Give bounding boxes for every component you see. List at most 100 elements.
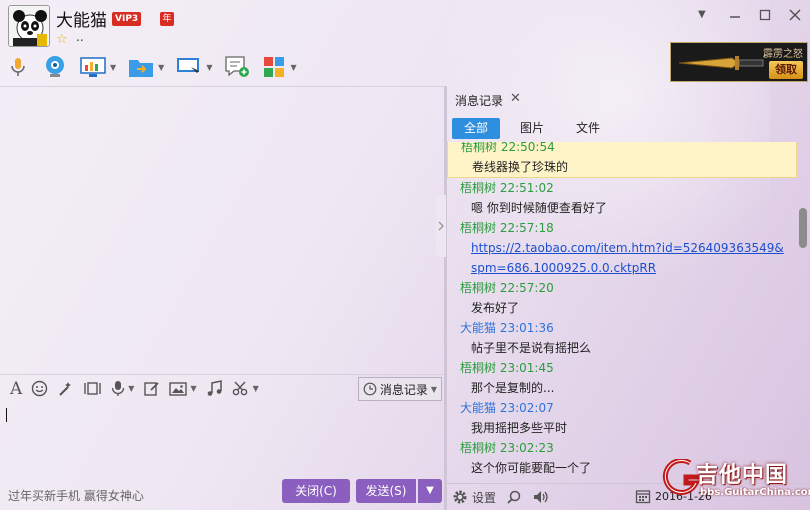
filter-tab-all[interactable]: 全部	[452, 118, 500, 139]
ad-claim-button[interactable]: 领取	[769, 61, 803, 79]
send-options-button[interactable]: ▼	[418, 479, 442, 503]
chevron-down-icon[interactable]: ▼	[206, 63, 212, 72]
vip-badge[interactable]: VIP3	[112, 12, 142, 26]
guitar-logo-icon	[662, 459, 700, 495]
input-toolbar: A ▼ ▼ ▼ 消息记录 ▼	[0, 374, 444, 402]
advertisement-banner[interactable]: 霹雳之怒 领取	[670, 42, 808, 82]
chat-toolbar: ▼ ▼ ▼ ▼	[6, 52, 309, 82]
list-item[interactable]: 梧桐树 22:51:02 嗯 你到时候随便查看好了	[447, 178, 797, 218]
message-text[interactable]: 嗯 你到时候随便查看好了	[460, 198, 789, 218]
contact-nickname[interactable]: 大能猫	[56, 6, 107, 31]
filter-tab-images[interactable]: 图片	[508, 118, 556, 139]
list-item[interactable]: 大能猫 23:01:36 帖子里不是说有摇把么	[447, 318, 797, 358]
send-button[interactable]: 发送(S)	[356, 479, 416, 503]
collapse-panel-button[interactable]	[436, 195, 446, 257]
screen-share-icon[interactable]: ▼	[176, 52, 212, 82]
chevron-down-icon: ▼	[430, 384, 437, 394]
list-item[interactable]: 梧桐树 23:01:45 那个是复制的...	[447, 358, 797, 398]
year-badge: 年	[160, 12, 174, 26]
microphone-icon[interactable]	[6, 52, 30, 82]
chevron-down-icon[interactable]: ▼	[110, 63, 116, 72]
message-time: 22:57:18	[499, 221, 554, 235]
history-message-list[interactable]: 梧桐树 22:50:54 卷线器换了珍珠的 梧桐树 22:51:02 嗯 你到时…	[447, 142, 797, 478]
music-icon[interactable]	[206, 380, 223, 397]
chat-message-area[interactable]	[0, 86, 444, 372]
video-icon[interactable]	[42, 52, 68, 82]
window-controls	[720, 0, 810, 30]
contact-signature: ..	[76, 30, 84, 44]
image-icon[interactable]: ▼	[169, 381, 197, 397]
emoji-icon[interactable]	[31, 380, 48, 397]
chevron-down-icon[interactable]: ▼	[158, 63, 164, 72]
screenshot-icon[interactable]	[83, 380, 102, 397]
chevron-down-icon[interactable]: ▼	[290, 63, 296, 72]
maximize-button[interactable]	[750, 0, 780, 30]
settings-button[interactable]: 设置	[452, 489, 496, 506]
site-watermark: 吉他中国 bbs.GuitarChina.com	[660, 455, 810, 510]
sms-icon[interactable]	[224, 52, 250, 82]
magic-icon[interactable]	[57, 380, 74, 397]
message-header: 梧桐树 23:01:45	[460, 358, 789, 378]
watermark-url: bbs.GuitarChina.com	[700, 487, 810, 498]
knife-icon	[678, 56, 764, 70]
message-time: 22:57:20	[499, 281, 554, 295]
list-item[interactable]: 梧桐树 22:57:20 发布好了	[447, 278, 797, 318]
sender-name: 梧桐树	[460, 221, 497, 235]
list-item[interactable]: 梧桐树 22:50:54 卷线器换了珍珠的	[447, 142, 797, 178]
chevron-down-icon[interactable]: ▼	[253, 384, 259, 393]
chevron-down-icon[interactable]: ▼	[698, 9, 706, 20]
sender-name: 梧桐树	[460, 361, 497, 375]
sender-name: 大能猫	[460, 321, 497, 335]
list-item[interactable]: 梧桐树 22:57:18 https://2.taobao.com/item.h…	[447, 218, 797, 278]
history-scrollbar[interactable]	[798, 142, 808, 478]
list-item[interactable]: 大能猫 23:02:07 我用摇把多些平时	[447, 398, 797, 438]
link-line-2[interactable]: spm=686.1000925.0.0.cktpRR	[471, 261, 656, 275]
message-text[interactable]: 那个是复制的...	[460, 378, 789, 398]
minimize-button[interactable]	[720, 0, 750, 30]
input-ad-text[interactable]: 过年买新手机 赢得女神心	[8, 487, 144, 504]
history-filter-tabs: 全部 图片 文件	[452, 118, 620, 139]
sender-name: 梧桐树	[460, 181, 497, 195]
filter-tab-files[interactable]: 文件	[564, 118, 612, 139]
message-time: 23:01:36	[499, 321, 554, 335]
scissors-icon[interactable]: ▼	[232, 380, 259, 397]
star-icon[interactable]: ☆	[56, 32, 68, 47]
sender-name: 梧桐树	[460, 281, 497, 295]
avatar[interactable]	[8, 5, 50, 47]
settings-label: 设置	[472, 490, 497, 505]
scrollbar-thumb[interactable]	[799, 208, 807, 248]
message-header: 大能猫 23:02:07	[460, 398, 789, 418]
edit-icon[interactable]	[143, 380, 160, 397]
message-history-panel: 消息记录 ✕ 全部 图片 文件 梧桐树 22:50:54 卷线器换了珍珠的 梧桐…	[447, 86, 810, 510]
message-header: 梧桐树 22:51:02	[460, 178, 789, 198]
link-line-1[interactable]: https://2.taobao.com/item.htm?id=5264093…	[471, 241, 784, 255]
chevron-down-icon[interactable]: ▼	[128, 384, 134, 393]
calendar-icon[interactable]	[635, 488, 651, 504]
close-window-button[interactable]	[780, 0, 810, 30]
speaker-icon[interactable]	[532, 489, 550, 505]
message-record-button[interactable]: 消息记录 ▼	[357, 377, 442, 401]
message-header: 大能猫 23:01:36	[460, 318, 789, 338]
voice-icon[interactable]: ▼	[111, 380, 134, 397]
message-input[interactable]	[0, 402, 444, 474]
message-text[interactable]: 我用摇把多些平时	[460, 418, 789, 438]
watermark-title: 吉他中国	[696, 463, 789, 488]
clock-icon	[363, 382, 377, 396]
font-icon[interactable]: A	[10, 379, 22, 399]
search-icon[interactable]	[506, 489, 522, 505]
apps-icon[interactable]: ▼	[262, 52, 297, 82]
remote-desktop-icon[interactable]: ▼	[80, 52, 116, 82]
history-tab-title[interactable]: 消息记录	[455, 92, 503, 109]
message-text[interactable]: 发布好了	[460, 298, 789, 318]
message-text[interactable]: 卷线器换了珍珠的	[461, 157, 788, 177]
message-time: 23:02:07	[499, 401, 554, 415]
message-time: 22:50:54	[500, 142, 555, 154]
file-transfer-icon[interactable]: ▼	[128, 52, 164, 82]
chevron-down-icon[interactable]: ▼	[190, 384, 196, 393]
message-time: 22:51:02	[499, 181, 554, 195]
close-button[interactable]: 关闭(C)	[282, 479, 350, 503]
sender-name: 梧桐树	[460, 441, 497, 455]
message-text[interactable]: 帖子里不是说有摇把么	[460, 338, 789, 358]
message-header: 梧桐树 22:57:18	[460, 218, 789, 238]
close-icon[interactable]: ✕	[510, 91, 521, 106]
